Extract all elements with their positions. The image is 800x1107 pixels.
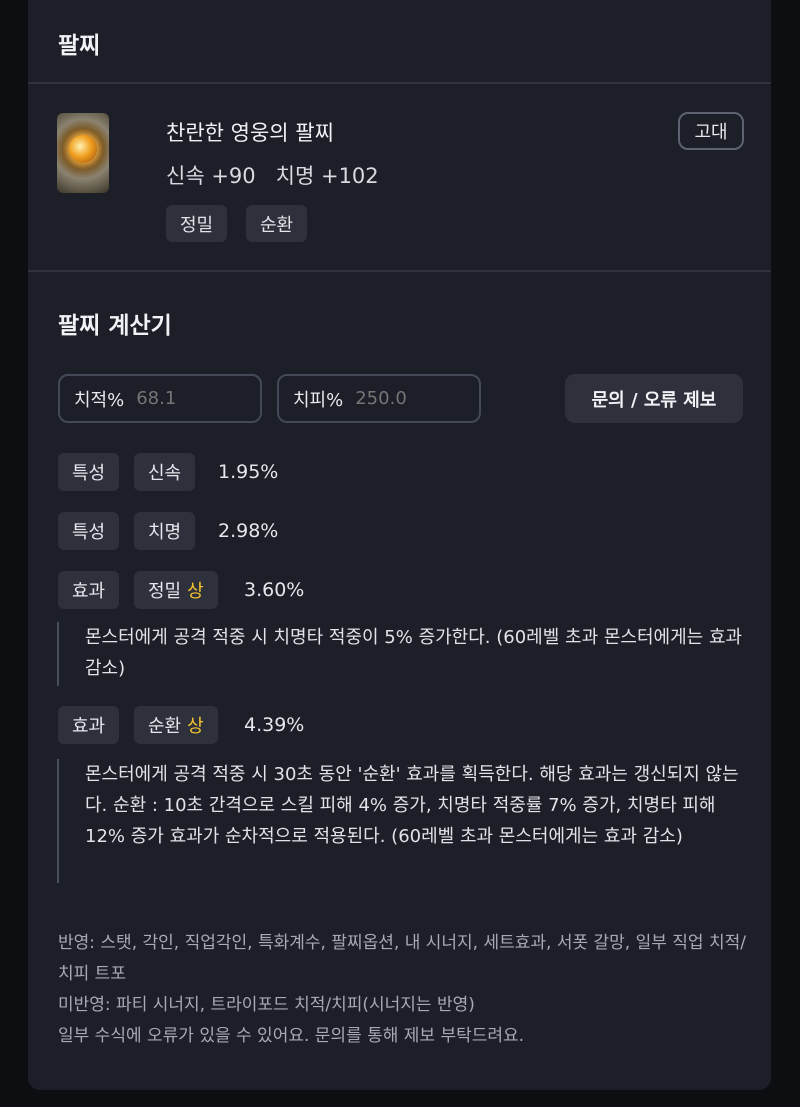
row-name-text: 치명: [148, 522, 182, 543]
row-value: 2.98%: [218, 520, 279, 542]
row-name-label: 신속: [134, 453, 196, 491]
grade-badge: 고대: [678, 112, 744, 150]
footer-notes: 반영: 스탯, 각인, 직업각인, 특화계수, 팔찌옵션, 내 시너지, 세트효…: [58, 928, 758, 1052]
item-tag-cycle: 순환: [246, 205, 308, 242]
grade-high: 상: [187, 581, 204, 602]
effect-description: 몬스터에게 공격 적중 시 치명타 적중이 5% 증가한다. (60레벨 초과 …: [57, 622, 747, 686]
page-title: 팔찌: [58, 33, 101, 59]
crit-rate-field[interactable]: 치적%: [58, 374, 262, 423]
crit-rate-label: 치적%: [74, 389, 125, 411]
row-value: 4.39%: [244, 714, 305, 736]
footer-applied: 반영: 스탯, 각인, 직업각인, 특화계수, 팔찌옵션, 내 시너지, 세트효…: [58, 933, 746, 984]
item-name: 찬란한 영웅의 팔찌: [166, 121, 334, 145]
item-stats: 신속 +90 치명 +102: [166, 164, 379, 188]
divider: [28, 82, 771, 84]
grade-high: 상: [187, 716, 204, 737]
footer-not-applied: 미반영: 파티 시너지, 트라이포드 치적/치피(시너지는 반영): [58, 995, 475, 1015]
row-value: 3.60%: [244, 579, 305, 601]
crit-dmg-field[interactable]: 치피%: [277, 374, 481, 423]
crit-rate-input[interactable]: [136, 388, 227, 409]
row-name-label: 순환 상: [134, 706, 218, 744]
report-button[interactable]: 문의 / 오류 제보: [565, 374, 743, 423]
row-name-text: 순환: [148, 716, 182, 737]
row-name-label: 정밀 상: [134, 571, 218, 609]
crit-dmg-label: 치피%: [293, 389, 344, 411]
effect-description: 몬스터에게 공격 적중 시 30초 동안 '순환' 효과를 획득한다. 해당 효…: [57, 759, 747, 883]
crit-dmg-input[interactable]: [355, 388, 446, 409]
row-name-text: 정밀: [148, 581, 182, 602]
row-name-label: 치명: [134, 512, 196, 550]
row-kind-label: 특성: [58, 512, 120, 550]
row-value: 1.95%: [218, 461, 279, 483]
divider: [28, 270, 771, 272]
bracelet-panel: 팔찌 찬란한 영웅의 팔찌 고대 신속 +90 치명 +102 정밀 순환 팔찌…: [28, 0, 771, 1090]
item-tag-precision: 정밀: [166, 205, 228, 242]
row-kind-label: 효과: [58, 571, 120, 609]
row-kind-label: 특성: [58, 453, 120, 491]
footer-notice: 일부 수식에 오류가 있을 수 있어요. 문의를 통해 제보 부탁드려요.: [58, 1026, 525, 1046]
calculator-title: 팔찌 계산기: [58, 313, 172, 339]
bracelet-item-icon: [57, 113, 109, 193]
row-kind-label: 효과: [58, 706, 120, 744]
row-name-text: 신속: [148, 463, 182, 484]
